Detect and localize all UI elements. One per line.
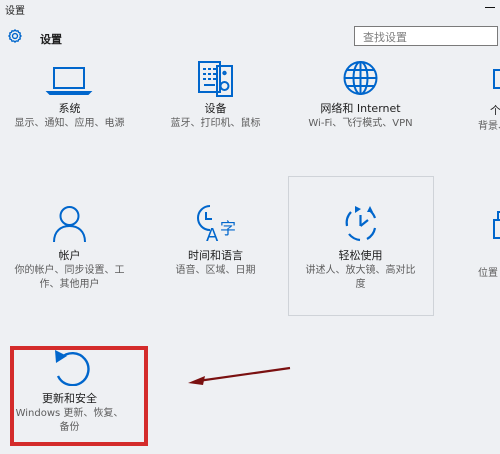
tile-accounts[interactable]: 帐户 你的帐户、同步设置、工作、其他用户	[12, 204, 127, 294]
window-title: 设置	[5, 6, 25, 17]
keyboard-speaker-icon	[198, 61, 233, 97]
paint-brush-icon	[493, 69, 500, 89]
tile-network-title: 网络和 Internet	[320, 102, 401, 115]
tile-accounts-title: 帐户	[58, 249, 81, 262]
tile-ease-of-access-desc: 讲述人、放大镜、高对比度	[305, 265, 416, 290]
svg-text:A: A	[206, 225, 219, 244]
tile-network-desc: Wi-Fi、飞行模式、VPN	[308, 118, 413, 129]
globe-icon	[343, 61, 378, 95]
tile-system-title: 系统	[58, 102, 81, 115]
settings-header: 设置	[0, 22, 500, 58]
person-icon	[53, 206, 86, 243]
tile-personalization-desc: 背景、	[478, 121, 500, 132]
tile-privacy-desc: 位置	[478, 268, 498, 279]
tile-ease-of-access[interactable]: 轻松使用 讲述人、放大镜、高对比度	[303, 204, 418, 294]
tile-ease-of-access-title: 轻松使用	[338, 249, 383, 262]
search-input[interactable]	[363, 29, 493, 45]
title-bar: 设置	[0, 0, 500, 22]
tile-personalization[interactable]: 个 背景、	[478, 60, 500, 150]
minimize-button[interactable]	[480, 4, 498, 14]
tile-network[interactable]: 网络和 Internet Wi-Fi、飞行模式、VPN	[303, 60, 418, 150]
scroll-indicator[interactable]	[494, 215, 500, 235]
tile-personalization-title: 个	[490, 104, 500, 117]
tile-time-language-title: 时间和语言	[188, 249, 243, 262]
annotation-arrow	[188, 366, 291, 385]
tile-devices-desc: 蓝牙、打印机、鼠标	[170, 118, 261, 129]
gear-icon	[8, 29, 22, 43]
tile-devices-title: 设备	[204, 102, 227, 115]
highlight-box	[10, 346, 148, 446]
tile-system-desc: 显示、通知、应用、电源	[14, 118, 125, 129]
laptop-icon	[45, 67, 93, 95]
ease-of-access-icon	[345, 206, 377, 242]
tile-time-language-desc: 语音、区域、日期	[175, 265, 256, 276]
clock-language-icon: A 字	[197, 205, 236, 244]
tile-system[interactable]: 系统 显示、通知、应用、电源	[12, 60, 127, 150]
tile-devices[interactable]: 设备 蓝牙、打印机、鼠标	[158, 60, 273, 150]
tile-time-language[interactable]: A 字 时间和语言 语音、区域、日期	[158, 204, 273, 294]
svg-text:字: 字	[220, 219, 236, 238]
search-box[interactable]	[354, 26, 498, 46]
tile-accounts-desc: 你的帐户、同步设置、工作、其他用户	[14, 265, 125, 290]
page-title: 设置	[40, 33, 62, 46]
